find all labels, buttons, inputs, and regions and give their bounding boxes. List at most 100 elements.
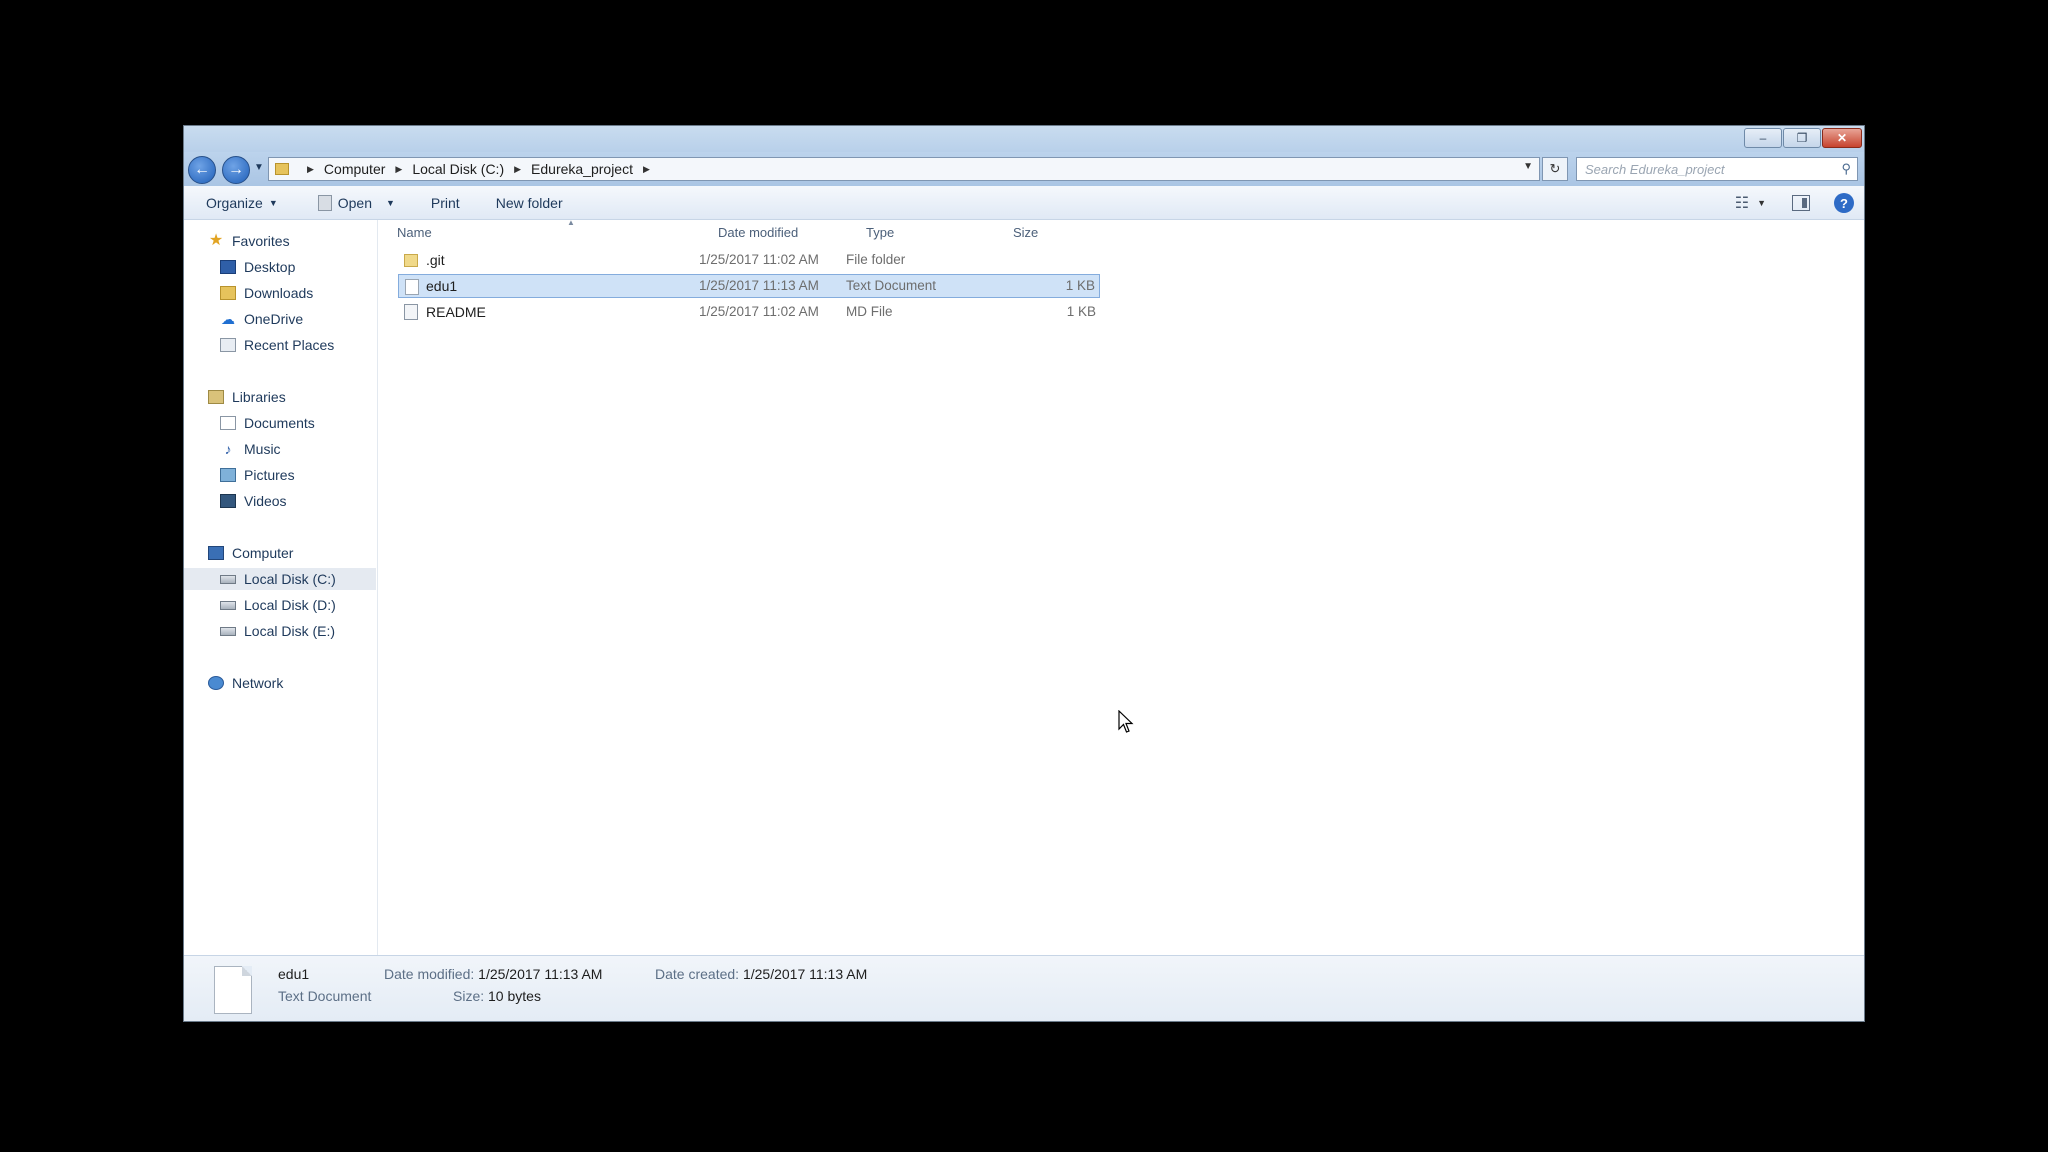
recent-places-icon — [220, 338, 236, 352]
breadcrumb-separator-icon[interactable]: ▶ — [307, 164, 314, 175]
nav-local-disk-d[interactable]: Local Disk (D:) — [220, 594, 336, 616]
pictures-icon — [220, 468, 236, 482]
recent-pages-dropdown[interactable]: ▼ — [254, 162, 264, 173]
column-header-date[interactable]: Date modified — [718, 220, 858, 244]
details-date-modified-label: Date modified: — [384, 966, 475, 982]
nav-desktop[interactable]: Desktop — [220, 256, 295, 278]
file-size: 1 KB — [1066, 304, 1096, 319]
details-file-name: edu1 — [278, 966, 310, 982]
breadcrumb-local-disk-c[interactable]: Local Disk (C:) — [412, 161, 504, 177]
caption-buttons: – ❐ ✕ — [1743, 128, 1862, 148]
nav-documents-label: Documents — [244, 415, 315, 431]
maximize-button[interactable]: ❐ — [1783, 128, 1821, 148]
organize-label: Organize — [206, 194, 263, 211]
nav-local-disk-c[interactable]: Local Disk (C:) — [184, 568, 376, 590]
new-folder-button[interactable]: New folder — [496, 195, 563, 211]
file-row-readme[interactable]: README 1/25/2017 11:02 AM MD File 1 KB — [398, 300, 1100, 324]
print-button[interactable]: Print — [431, 195, 460, 211]
nav-libraries[interactable]: Libraries — [208, 386, 286, 408]
nav-pictures[interactable]: Pictures — [220, 464, 295, 486]
open-label: Open — [337, 194, 372, 211]
videos-icon — [220, 494, 236, 508]
search-input[interactable]: Search Edureka_project ⚲ — [1576, 157, 1858, 181]
file-type: File folder — [846, 252, 906, 267]
navigation-pane[interactable]: ★ Favorites Desktop Downloads ☁ OneDrive… — [184, 220, 378, 955]
breadcrumb-computer[interactable]: Computer — [324, 161, 385, 177]
print-label: Print — [430, 194, 460, 211]
breadcrumb-separator-icon[interactable]: ▶ — [643, 164, 650, 175]
details-date-created: Date created: 1/25/2017 11:13 AM — [655, 966, 867, 982]
nav-onedrive-label: OneDrive — [244, 311, 304, 327]
text-file-icon — [214, 966, 252, 1014]
file-row-edu1[interactable]: edu1 1/25/2017 11:13 AM Text Document 1 … — [398, 274, 1100, 298]
file-type: Text Document — [846, 278, 937, 293]
breadcrumb-separator-icon[interactable]: ▶ — [395, 164, 402, 175]
network-icon — [208, 676, 224, 690]
nav-music[interactable]: ♪ Music — [220, 438, 281, 460]
nav-local-disk-e[interactable]: Local Disk (E:) — [220, 620, 335, 642]
file-list[interactable]: Name ▲ Date modified Type Size .git 1/25… — [378, 218, 1864, 955]
address-bar[interactable]: ▶ Computer ▶ Local Disk (C:) ▶ Edureka_p… — [268, 157, 1540, 181]
nav-documents[interactable]: Documents — [220, 412, 315, 434]
search-icon[interactable]: ⚲ — [1841, 161, 1851, 177]
text-file-icon — [405, 279, 419, 295]
command-bar: Organize ▼ Open ▼ Print New folder ☷ ▼ ? — [184, 186, 1864, 220]
column-header-name[interactable]: Name ▲ — [397, 218, 697, 244]
file-type: MD File — [846, 304, 893, 319]
nav-local-disk-d-label: Local Disk (D:) — [244, 597, 336, 613]
file-name: README — [426, 304, 486, 320]
organize-button[interactable]: Organize ▼ — [206, 195, 278, 211]
arrow-right-icon: → — [228, 161, 244, 178]
minimize-button[interactable]: – — [1744, 128, 1782, 148]
column-header-date-label: Date modified — [718, 224, 799, 240]
nav-desktop-label: Desktop — [244, 259, 296, 275]
file-name: .git — [426, 252, 445, 268]
preview-pane-icon[interactable] — [1792, 195, 1810, 211]
details-pane: edu1 Text Document Date modified: 1/25/2… — [184, 955, 1864, 1021]
file-row-git[interactable]: .git 1/25/2017 11:02 AM File folder — [398, 248, 1100, 272]
nav-computer[interactable]: Computer — [208, 542, 293, 564]
column-header-size[interactable]: Size — [1013, 220, 1093, 244]
change-view-icon[interactable]: ☷ — [1735, 193, 1749, 213]
nav-videos[interactable]: Videos — [220, 490, 287, 512]
command-bar-right: ☷ ▼ ? — [1735, 186, 1864, 220]
star-icon: ★ — [208, 232, 224, 249]
column-header-type[interactable]: Type — [866, 220, 1006, 244]
music-icon: ♪ — [224, 441, 232, 457]
column-header-size-label: Size — [1013, 224, 1039, 240]
file-date: 1/25/2017 11:02 AM — [699, 304, 819, 319]
nav-computer-label: Computer — [232, 545, 294, 561]
nav-libraries-label: Libraries — [232, 389, 286, 405]
back-button[interactable]: ← — [188, 156, 216, 184]
chevron-down-icon[interactable]: ▼ — [1757, 198, 1766, 208]
nav-local-disk-c-label: Local Disk (C:) — [244, 571, 336, 587]
nav-recent-places[interactable]: Recent Places — [220, 334, 334, 356]
address-dropdown-icon[interactable]: ▼ — [1523, 161, 1533, 172]
mouse-cursor-icon — [1118, 710, 1134, 733]
details-date-created-value: 1/25/2017 11:13 AM — [742, 966, 868, 982]
open-button[interactable]: Open ▼ — [317, 194, 395, 211]
refresh-button[interactable]: ↻ — [1542, 157, 1568, 181]
forward-button[interactable]: → — [222, 156, 250, 184]
nav-downloads-label: Downloads — [244, 285, 314, 301]
folder-icon — [275, 163, 289, 175]
file-date: 1/25/2017 11:13 AM — [699, 278, 819, 293]
nav-network-label: Network — [232, 675, 284, 691]
file-name: edu1 — [426, 278, 458, 294]
nav-downloads[interactable]: Downloads — [220, 282, 313, 304]
nav-favorites-label: Favorites — [232, 233, 290, 249]
nav-videos-label: Videos — [244, 493, 287, 509]
help-icon[interactable]: ? — [1834, 193, 1854, 213]
nav-favorites[interactable]: ★ Favorites — [208, 230, 290, 252]
title-bar[interactable]: – ❐ ✕ — [184, 126, 1864, 152]
chevron-down-icon[interactable]: ▼ — [386, 198, 395, 208]
hard-disk-icon — [220, 574, 236, 584]
close-button[interactable]: ✕ — [1822, 128, 1862, 148]
column-header-type-label: Type — [866, 224, 895, 240]
breadcrumb-separator-icon[interactable]: ▶ — [514, 164, 521, 175]
notepad-icon — [317, 194, 332, 211]
breadcrumb-edureka-project[interactable]: Edureka_project — [531, 161, 633, 177]
nav-onedrive[interactable]: ☁ OneDrive — [220, 308, 303, 330]
nav-network[interactable]: Network — [208, 672, 283, 694]
details-size: Size: 10 bytes — [453, 988, 541, 1004]
